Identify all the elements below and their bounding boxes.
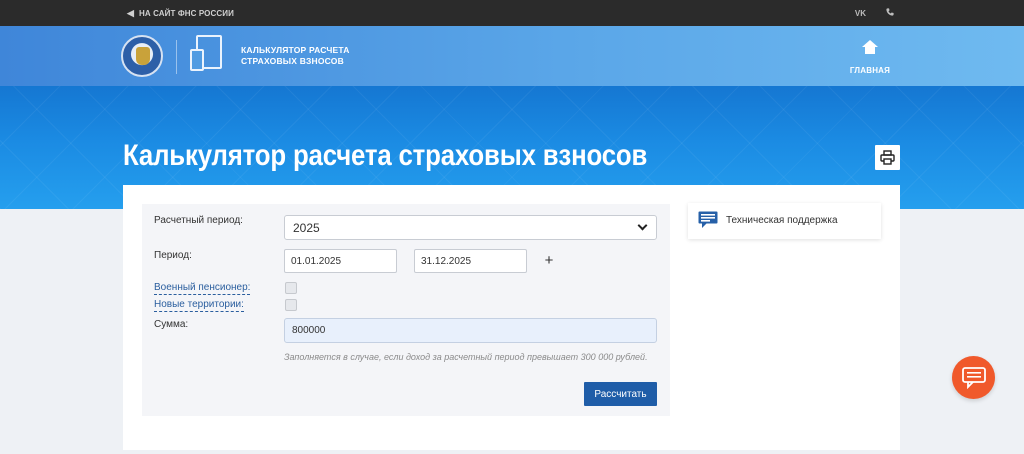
tech-support-link[interactable]: Техническая поддержка [688, 203, 881, 239]
chat-icon [962, 367, 986, 389]
date-from-input[interactable] [284, 249, 397, 273]
header-divider [176, 40, 177, 74]
chat-widget-button[interactable] [952, 356, 995, 399]
period-select[interactable]: 2025 [284, 215, 657, 240]
arrow-left-icon: ◀ [127, 7, 135, 18]
military-pensioner-checkbox[interactable] [285, 282, 297, 294]
date-to-input[interactable] [414, 249, 527, 273]
vk-icon[interactable]: VK [855, 9, 866, 18]
chevron-down-icon [637, 220, 648, 231]
new-territories-checkbox[interactable] [285, 299, 297, 311]
period-label: Расчетный период: [154, 215, 243, 226]
logo-line-1: КАЛЬКУЛЯТОР РАСЧЕТА [241, 45, 350, 55]
military-pensioner-label[interactable]: Военный пенсионер: [154, 282, 251, 295]
chat-bubble-icon [698, 211, 718, 228]
site-header: КАЛЬКУЛЯТОР РАСЧЕТА СТРАХОВЫХ ВЗНОСОВ ГЛ… [0, 26, 1024, 86]
service-logo-text[interactable]: КАЛЬКУЛЯТОР РАСЧЕТА СТРАХОВЫХ ВЗНОСОВ [241, 45, 350, 67]
home-label: ГЛАВНАЯ [849, 66, 891, 75]
add-period-button[interactable]: + [542, 251, 556, 269]
back-to-fns-link[interactable]: ◀ НА САЙТ ФНС РОССИИ [127, 0, 234, 26]
top-social-icons: VK [855, 0, 894, 26]
eagle-icon [136, 47, 150, 65]
tech-support-label: Техническая поддержка [726, 215, 838, 226]
sum-input[interactable] [284, 318, 657, 343]
top-bar: ◀ НА САЙТ ФНС РОССИИ VK [0, 0, 1024, 26]
sum-label: Сумма: [154, 319, 189, 330]
sum-hint: Заполняется в случае, если доход за расч… [284, 352, 648, 362]
printer-icon [880, 150, 895, 165]
phone-icon[interactable] [886, 8, 894, 18]
print-button[interactable] [875, 145, 900, 170]
back-link-label: НА САЙТ ФНС РОССИИ [139, 8, 234, 18]
fns-emblem-logo[interactable] [121, 35, 163, 77]
home-icon [862, 40, 878, 54]
page-title: Калькулятор расчета страховых взносов [123, 139, 648, 172]
home-nav-link[interactable]: ГЛАВНАЯ [846, 40, 894, 78]
logo-line-2: СТРАХОВЫХ ВЗНОСОВ [241, 56, 344, 66]
period-select-value: 2025 [293, 220, 320, 235]
new-territories-label[interactable]: Новые территории: [154, 299, 244, 312]
range-label: Период: [154, 250, 192, 261]
calculator-logo-icon[interactable] [190, 35, 224, 77]
calculate-button[interactable]: Рассчитать [584, 382, 657, 406]
